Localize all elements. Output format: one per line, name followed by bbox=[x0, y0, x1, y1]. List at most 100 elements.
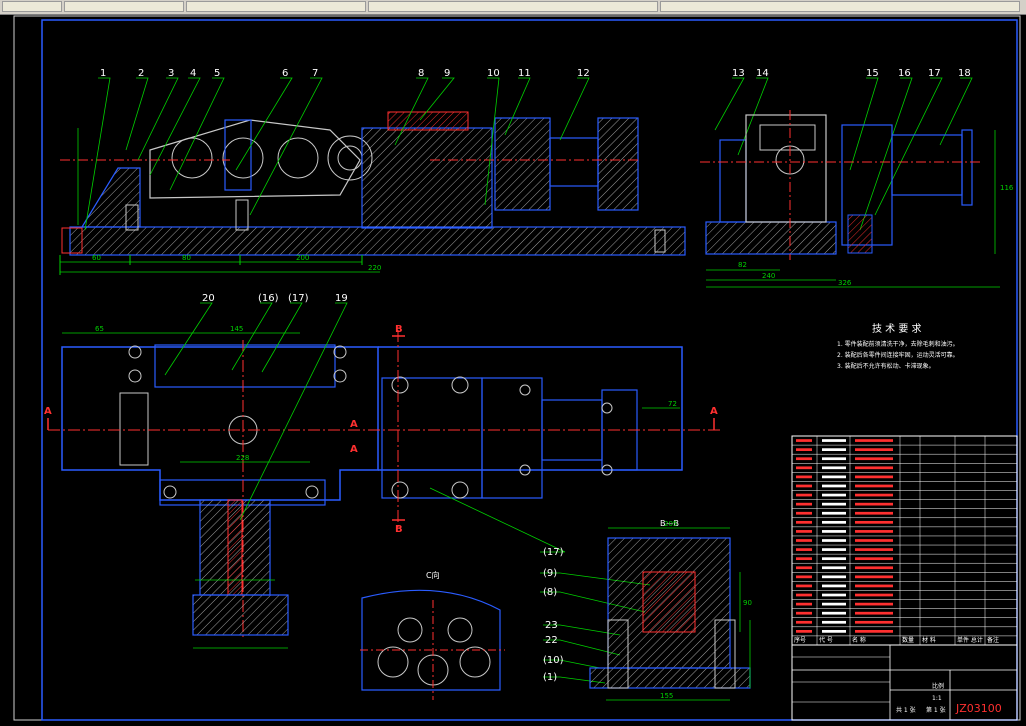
callout-label: (16) bbox=[258, 293, 279, 304]
bom-cell-mark bbox=[796, 620, 812, 624]
bom-cell-mark bbox=[796, 593, 812, 597]
callouts-plan: 20 (16) (17) 19 bbox=[202, 293, 348, 304]
bom-cell-mark bbox=[796, 530, 812, 533]
bom-cell-mark bbox=[796, 548, 812, 551]
window-tab[interactable] bbox=[186, 1, 366, 12]
bom-cell-mark bbox=[796, 584, 812, 588]
bom-cell-mark bbox=[822, 475, 846, 479]
bom-cell-mark bbox=[822, 602, 846, 606]
front-dims: 60 80 200 220 bbox=[92, 254, 381, 272]
bom-cell-mark bbox=[855, 575, 893, 579]
callout-label: 9 bbox=[444, 68, 450, 79]
bom-cell-mark bbox=[796, 484, 812, 488]
marker-b-top: B bbox=[395, 324, 403, 335]
callout-label: 5 bbox=[214, 68, 220, 79]
callout-label: 2 bbox=[138, 68, 144, 79]
dim-label: 116 bbox=[1000, 184, 1014, 192]
callout-label: 4 bbox=[190, 68, 196, 79]
callout-label: 17 bbox=[928, 68, 941, 79]
dim-label: 200 bbox=[296, 254, 309, 262]
bom-header-cell: 备注 bbox=[987, 636, 999, 644]
callout-label: 6 bbox=[282, 68, 288, 79]
view-c bbox=[360, 589, 505, 700]
marker-a-right: A bbox=[710, 406, 718, 417]
bom-header: 序号 代 号 名 称 数量材 料 单件 总计 备注 bbox=[794, 636, 999, 644]
bom-cell-mark bbox=[796, 493, 812, 497]
bom-cell-mark bbox=[855, 530, 893, 533]
section-bb bbox=[589, 527, 751, 701]
callout-label: 1 bbox=[100, 68, 106, 79]
dim-label: 326 bbox=[838, 279, 852, 287]
marker-b-bottom: B bbox=[395, 524, 403, 535]
callout-label: 22 bbox=[545, 635, 558, 646]
bom-cell-mark bbox=[796, 520, 812, 524]
bom-cell-mark bbox=[822, 575, 846, 579]
front-view bbox=[59, 111, 686, 275]
dim-label: 240 bbox=[762, 272, 775, 280]
bom-header-cell: 数量 bbox=[902, 636, 914, 644]
tech-req-lines: 1. 零件装配前须清洗干净，去除毛刺和油污。 2. 装配后各零件间连接牢固，运动… bbox=[837, 340, 959, 370]
bom-cell-mark bbox=[855, 457, 893, 461]
view-c-label: C向 bbox=[426, 570, 440, 580]
dim-label: 65 bbox=[95, 325, 104, 333]
bom-cell-mark bbox=[822, 539, 846, 542]
bom-cell-mark bbox=[822, 611, 846, 615]
dim-label: 72 bbox=[668, 400, 677, 408]
tech-req-title: 技 术 要 求 bbox=[872, 322, 922, 335]
bom-cell-mark bbox=[855, 502, 893, 506]
bom-cell-mark bbox=[822, 439, 846, 442]
window-tab[interactable] bbox=[2, 1, 62, 12]
bom-cell-mark bbox=[796, 466, 812, 470]
callout-label: 16 bbox=[898, 68, 911, 79]
dim-label: 145 bbox=[230, 325, 243, 333]
bom-cell-mark bbox=[796, 502, 812, 506]
bom-cell-mark bbox=[796, 511, 812, 515]
marker-a-mid2: A bbox=[350, 444, 358, 455]
bom-cell-mark bbox=[796, 448, 812, 451]
bom-cell-mark bbox=[855, 584, 893, 588]
callout-label: (8) bbox=[543, 587, 557, 598]
tech-req-line: 1. 零件装配前须清洗干净，去除毛刺和油污。 bbox=[837, 340, 959, 348]
callout-label: 18 bbox=[958, 68, 971, 79]
callout-label: 19 bbox=[335, 293, 348, 304]
bom-header-cell: 代 号 bbox=[819, 636, 833, 644]
bom-cell-mark bbox=[796, 539, 812, 542]
callout-label: 8 bbox=[418, 68, 424, 79]
cad-drawing-canvas[interactable]: 60 80 200 220 1 2 3 4 5 6 7 8 9 10 11 12… bbox=[0, 14, 1026, 726]
tech-req-line: 2. 装配后各零件间连接牢固，运动灵活可靠。 bbox=[837, 351, 959, 359]
bom-cell-mark bbox=[855, 520, 893, 524]
bom-header-cell: 序号 bbox=[794, 636, 806, 644]
cad-window-titlebar bbox=[0, 0, 1026, 15]
marker-a-left: A bbox=[44, 406, 52, 417]
callout-label: (17) bbox=[543, 547, 564, 558]
callout-label: 7 bbox=[312, 68, 318, 79]
bom-cell-mark bbox=[855, 602, 893, 606]
clamp-assembly bbox=[192, 499, 289, 649]
scale-label: 比例 bbox=[932, 682, 944, 690]
drawing-number: JZ03100 bbox=[955, 702, 1002, 715]
window-tab[interactable] bbox=[64, 1, 184, 12]
marker-a-mid: A bbox=[350, 419, 358, 430]
bom-cell-mark bbox=[822, 584, 846, 588]
bom-cell-mark bbox=[796, 602, 812, 606]
callout-label: (10) bbox=[543, 655, 564, 666]
bom-cell-mark bbox=[855, 448, 893, 451]
window-tab[interactable] bbox=[660, 1, 1020, 12]
bom-cell-mark bbox=[822, 493, 846, 497]
bom-cell-mark bbox=[855, 484, 893, 488]
bom-cell-mark bbox=[855, 548, 893, 551]
dim-label: 155 bbox=[660, 692, 673, 700]
callout-label: (1) bbox=[543, 672, 557, 683]
bom-cell-mark bbox=[855, 566, 893, 570]
window-tab[interactable] bbox=[368, 1, 658, 12]
bom-cell-mark bbox=[855, 593, 893, 597]
bom-cell-mark bbox=[855, 611, 893, 615]
callout-label: 23 bbox=[545, 620, 558, 631]
bom-cell-mark bbox=[822, 566, 846, 570]
bom-cell-mark bbox=[822, 457, 846, 461]
bom-cell-mark bbox=[796, 557, 812, 561]
bom-cell-mark bbox=[796, 630, 812, 633]
bom-cell-mark bbox=[822, 466, 846, 470]
bom-cell-mark bbox=[822, 557, 846, 561]
bom-cell-mark bbox=[822, 630, 846, 633]
